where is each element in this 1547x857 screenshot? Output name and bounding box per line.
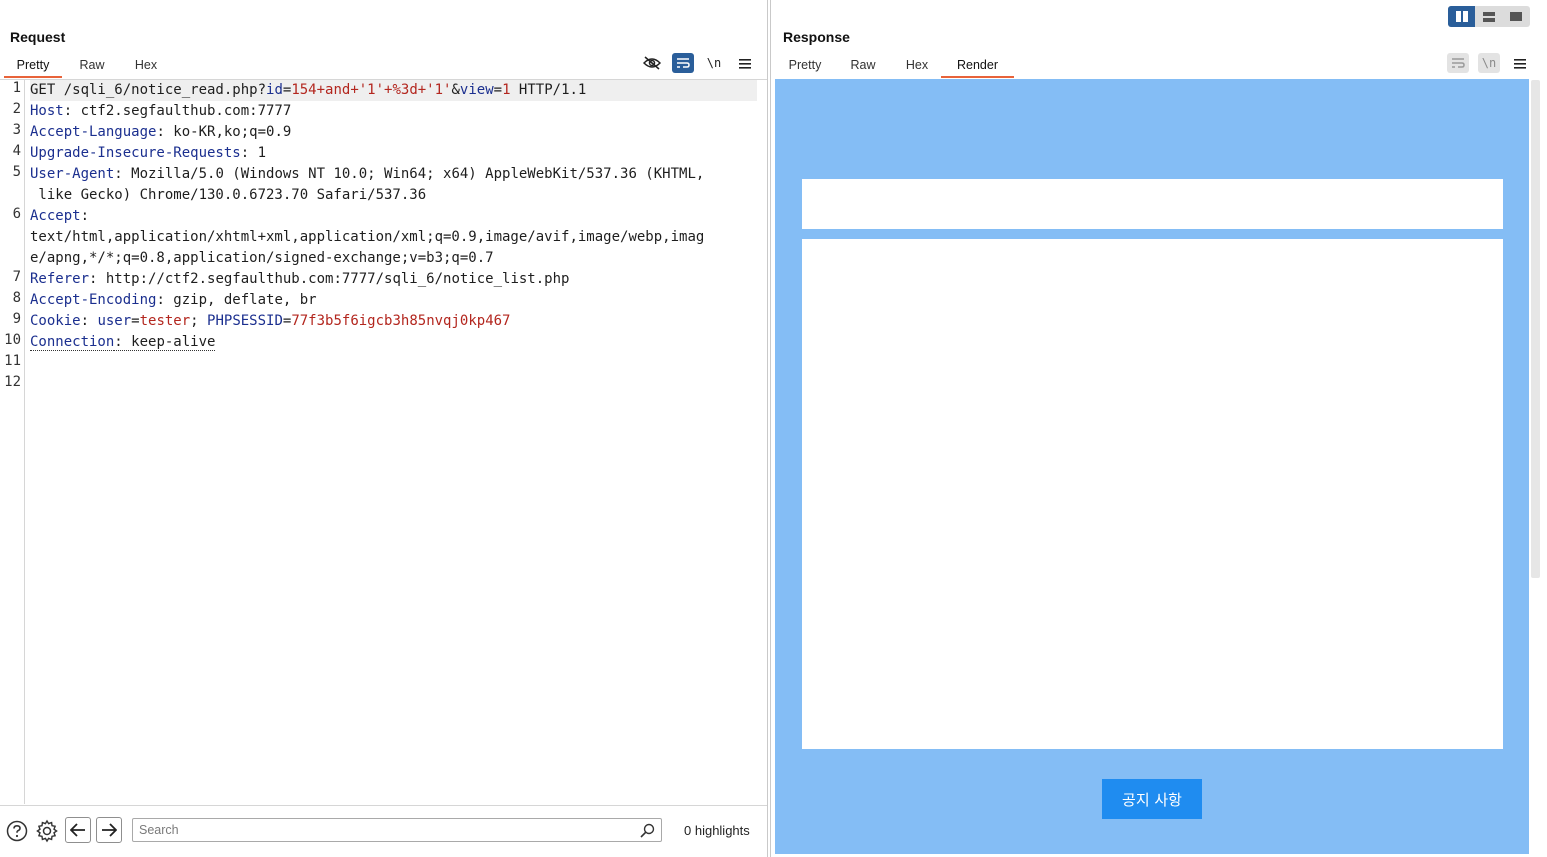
header-line: User-Agent: Mozilla/5.0 (Windows NT 10.0… — [30, 166, 705, 182]
rendered-content-box — [802, 239, 1503, 749]
request-pane: Request Pretty Raw Hex \n 1 2 3 4 5 6 7 … — [0, 0, 768, 857]
tab-raw[interactable]: Raw — [62, 55, 122, 78]
hide-nonprintable-icon[interactable] — [641, 53, 663, 73]
header-line-continued: e/apng,*/*;q=0.8,application/signed-exch… — [30, 250, 494, 266]
header-line-continued: like Gecko) Chrome/130.0.6723.70 Safari/… — [30, 187, 427, 203]
header-line: Accept-Language: ko-KR,ko;q=0.9 — [30, 124, 292, 140]
line-number: 7 — [12, 269, 21, 285]
line-number: 3 — [12, 122, 21, 138]
header-line: Connection: keep-alive — [30, 334, 216, 351]
line-number: 5 — [12, 164, 21, 180]
tab-raw[interactable]: Raw — [833, 55, 893, 78]
search-bar: 0 highlights — [0, 805, 767, 857]
header-line: Upgrade-Insecure-Requests: 1 — [30, 145, 267, 161]
tab-hex[interactable]: Hex — [893, 55, 941, 78]
menu-icon[interactable] — [1509, 53, 1531, 73]
line-number: 4 — [12, 143, 21, 159]
tab-hex[interactable]: Hex — [122, 55, 170, 78]
notice-button[interactable]: 공지 사항 — [1102, 779, 1202, 819]
rendered-title-box — [802, 179, 1503, 229]
line-number: 12 — [4, 374, 21, 390]
newline-toggle[interactable]: \n — [703, 53, 725, 73]
response-tabs: Pretty Raw Hex Render — [777, 55, 1014, 78]
menu-icon[interactable] — [734, 53, 756, 73]
line-number: 10 — [4, 332, 21, 348]
help-icon[interactable] — [5, 819, 29, 843]
search-input[interactable] — [133, 819, 623, 841]
header-line: Referer: http://ctf2.segfaulthub.com:777… — [30, 271, 570, 287]
tab-render[interactable]: Render — [941, 55, 1014, 78]
request-toolbar: \n — [632, 53, 756, 73]
line-number: 9 — [12, 311, 21, 327]
request-title: Request — [10, 29, 66, 45]
response-toolbar: \n — [1438, 53, 1531, 73]
line-number: 6 — [12, 206, 21, 222]
line-number: 2 — [12, 101, 21, 117]
newline-toggle[interactable]: \n — [1478, 53, 1500, 73]
request-editor[interactable]: 1 2 3 4 5 6 7 8 9 10 11 12 GET /sqli_6/n… — [0, 79, 767, 804]
line-number: 8 — [12, 290, 21, 306]
forward-arrow-icon[interactable] — [96, 817, 122, 843]
gear-icon[interactable] — [35, 819, 59, 843]
search-icon[interactable] — [640, 823, 655, 841]
back-arrow-icon[interactable] — [65, 817, 91, 843]
search-field[interactable] — [132, 818, 662, 842]
wrap-lines-icon[interactable] — [1447, 53, 1469, 73]
tab-pretty[interactable]: Pretty — [777, 55, 833, 78]
request-tabs: Pretty Raw Hex — [4, 55, 170, 78]
line-gutter — [0, 80, 25, 804]
render-scrollbar[interactable] — [1531, 80, 1540, 578]
request-line: GET /sqli_6/notice_read.php?id=154+and+'… — [30, 80, 757, 101]
header-line: Cookie: user=tester; PHPSESSID=77f3b5f6i… — [30, 313, 511, 329]
render-view: 공지 사항 — [775, 79, 1529, 854]
wrap-lines-icon[interactable] — [672, 53, 694, 73]
response-pane: Response Pretty Raw Hex Render \n 공지 사항 — [770, 0, 1547, 857]
line-number: 1 — [12, 80, 21, 96]
tab-pretty[interactable]: Pretty — [4, 55, 62, 78]
header-line-continued: text/html,application/xhtml+xml,applicat… — [30, 229, 705, 245]
header-line: Accept: — [30, 208, 90, 224]
highlights-count: 0 highlights — [684, 823, 750, 838]
header-line: Host: ctf2.segfaulthub.com:7777 — [30, 103, 292, 119]
line-number: 11 — [4, 353, 21, 369]
header-line: Accept-Encoding: gzip, deflate, br — [30, 292, 317, 308]
request-code: GET /sqli_6/notice_read.php?id=154+and+'… — [30, 80, 757, 353]
response-title: Response — [783, 29, 850, 45]
